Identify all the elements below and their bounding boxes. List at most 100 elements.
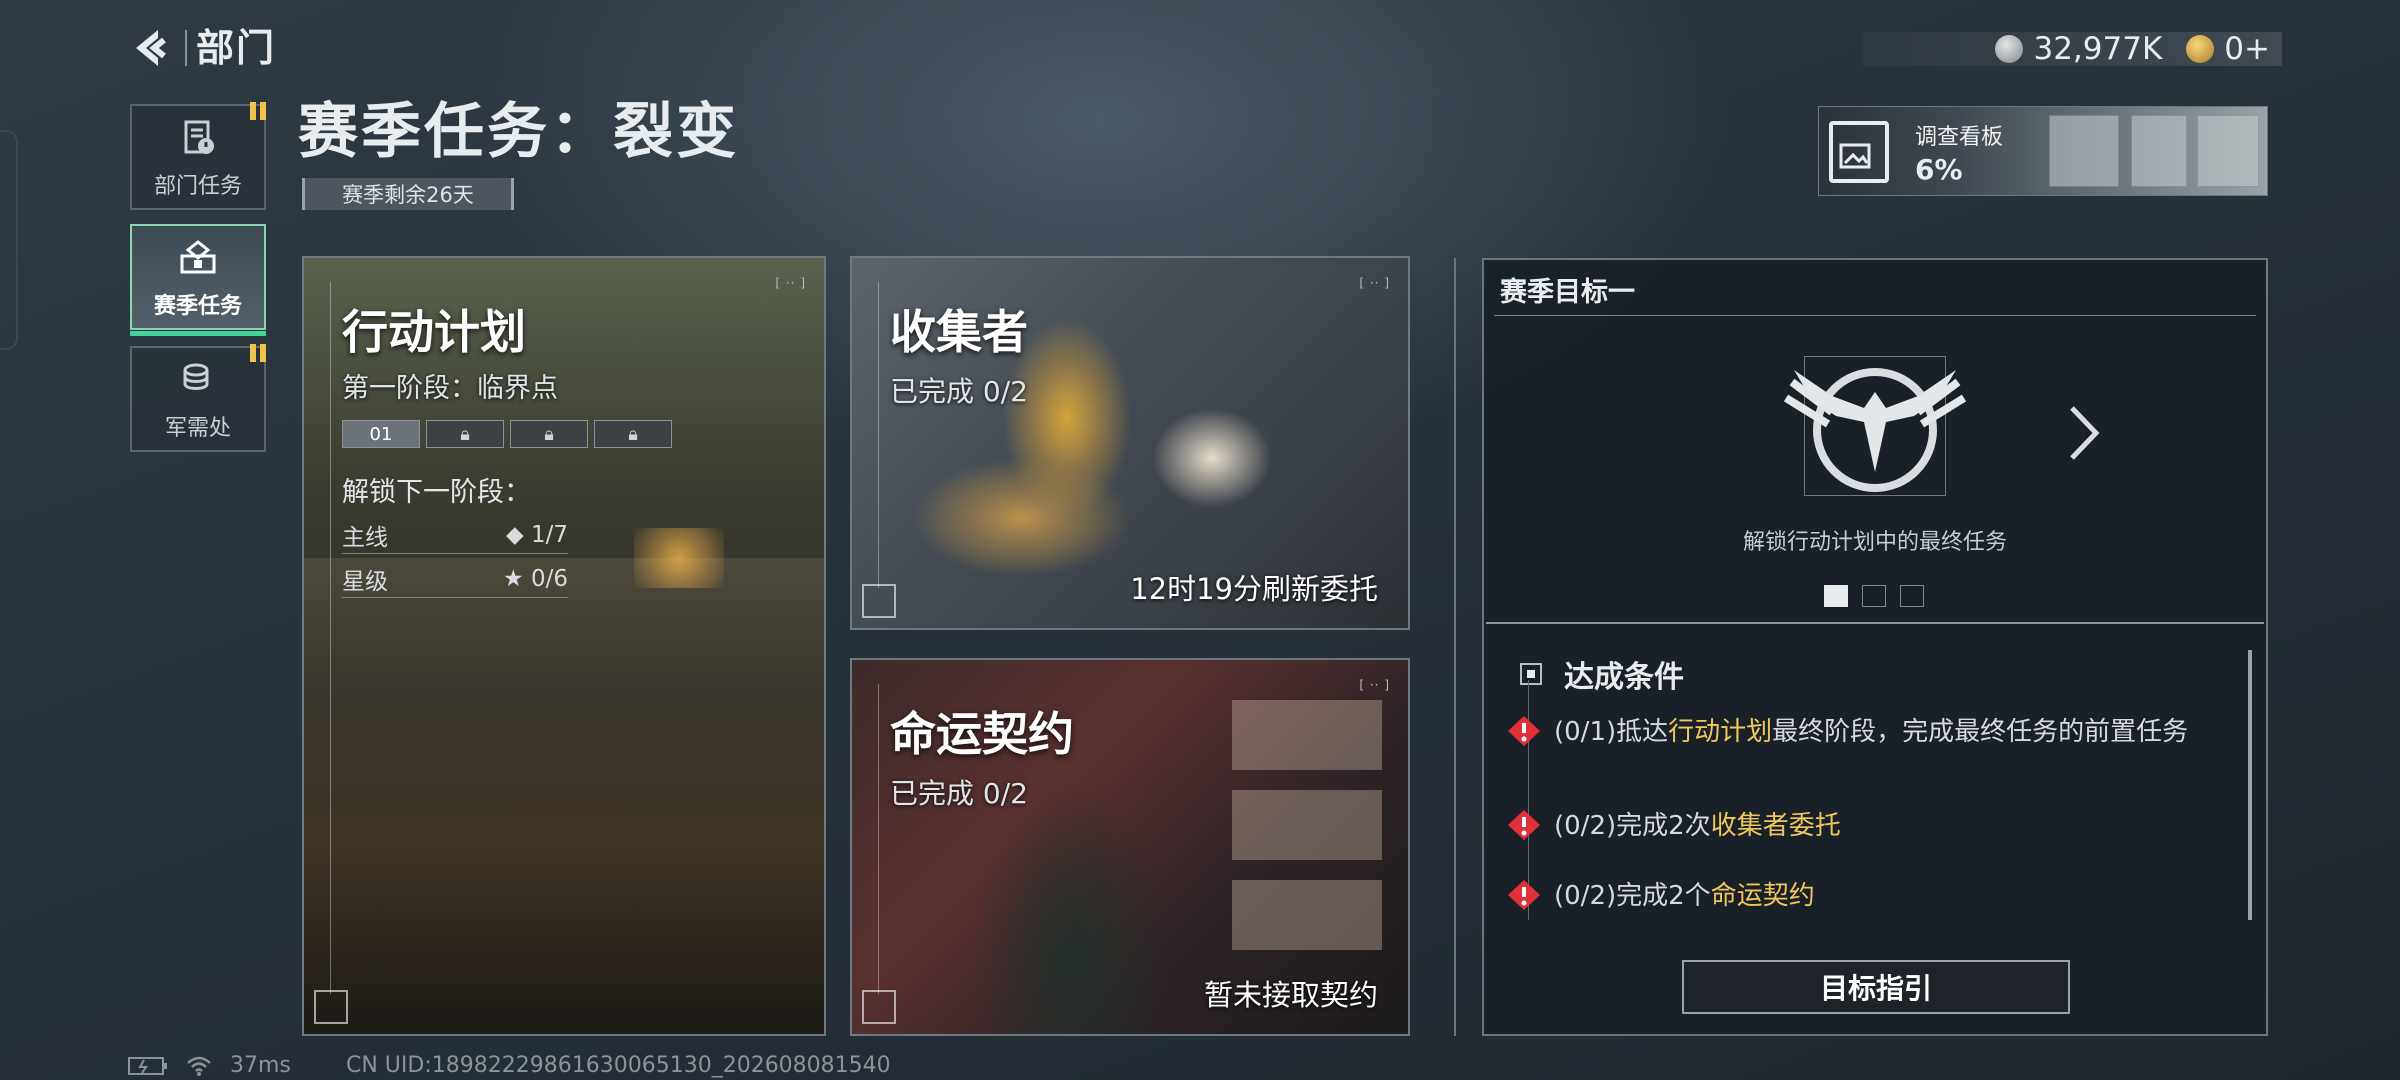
sidebar-item-season-tasks[interactable]: 赛季任务 bbox=[130, 224, 266, 336]
condition-link[interactable]: 命运契约 bbox=[1711, 881, 1815, 910]
expand-corner-icon bbox=[862, 990, 896, 1024]
condition-item: (0/1)抵达行动计划最终阶段，完成最终任务的前置任务 bbox=[1506, 712, 2206, 752]
condition-text: 最终阶段，完成最终任务的前置任务 bbox=[1772, 717, 2189, 747]
divider bbox=[1494, 315, 2256, 316]
lock-icon: 🔒︎ bbox=[510, 420, 588, 448]
bullet-square-icon bbox=[1520, 663, 1542, 685]
page-indicator bbox=[1824, 585, 1924, 607]
survey-board-button[interactable]: 调查看板 6% bbox=[1818, 106, 2268, 196]
wifi-icon bbox=[187, 1056, 211, 1076]
lock-icon: 🔒︎ bbox=[594, 420, 672, 448]
goal-caption: 解锁行动计划中的最终任务 bbox=[1742, 530, 2007, 555]
coins-icon bbox=[183, 363, 209, 390]
card-progress: 已完成 0/2 bbox=[890, 777, 1028, 810]
card-stamp: [ ·· ] bbox=[1359, 678, 1390, 692]
sidebar-item-department-tasks[interactable]: 部门任务 bbox=[130, 102, 266, 210]
star-icon: ★ bbox=[503, 565, 524, 592]
back-arrow-icon[interactable] bbox=[128, 22, 180, 74]
status-bar: 37ms bbox=[128, 1053, 291, 1078]
wanted-posters-image bbox=[1232, 700, 1382, 960]
season-goal-panel: 赛季目标一 解锁行动计划中的最终任务 达成条件 (0/1)抵达行动计划最终阶段，… bbox=[1482, 258, 2268, 1036]
card-frame-line bbox=[878, 282, 879, 588]
survey-thumbnail bbox=[2197, 115, 2259, 187]
stage-segment: 01 bbox=[342, 420, 420, 448]
photo-board-icon bbox=[1829, 121, 1889, 183]
conditions-scrollbar[interactable] bbox=[2248, 650, 2252, 920]
survey-board-percent: 6% bbox=[1915, 153, 1963, 186]
header-divider bbox=[185, 30, 187, 66]
page-dot[interactable] bbox=[1900, 585, 1924, 607]
coins-pile-image bbox=[912, 458, 1132, 578]
condition-link[interactable]: 行动计划 bbox=[1668, 717, 1772, 747]
trophy-cup-image bbox=[1152, 408, 1272, 508]
card-stamp: [ ·· ] bbox=[775, 276, 806, 290]
gold-coin-icon bbox=[2186, 35, 2215, 63]
ping-value: 37ms bbox=[230, 1053, 291, 1078]
expand-corner-icon bbox=[314, 990, 348, 1024]
season-crate-icon bbox=[180, 240, 216, 274]
condition-text: (0/2)完成2个 bbox=[1554, 881, 1711, 910]
card-progress: 已完成 0/2 bbox=[890, 375, 1028, 408]
stage-name: 第一阶段：临界点 bbox=[342, 373, 558, 404]
collector-card[interactable]: [ ·· ] 收集者 已完成 0/2 12时19分刷新委托 bbox=[850, 256, 1410, 630]
expand-corner-icon bbox=[862, 584, 896, 618]
diamond-icon: ◆ bbox=[505, 521, 524, 548]
fate-contract-card[interactable]: [ ·· ] 命运契约 已完成 0/2 暂未接取契约 bbox=[850, 658, 1410, 1036]
page-dot[interactable] bbox=[1824, 585, 1848, 607]
card-title: 行动计划 bbox=[342, 305, 526, 359]
requirement-row: 主线 ◆ 1/7 bbox=[342, 516, 568, 554]
condition-link[interactable]: 收集者委托 bbox=[1711, 811, 1841, 841]
card-stamp: [ ·· ] bbox=[1359, 276, 1390, 290]
card-title: 命运契约 bbox=[890, 707, 1074, 761]
figure-image bbox=[972, 780, 1172, 1034]
user-uid: CN UID:18982229861630065130_202608081540 bbox=[346, 1053, 891, 1078]
page-title: 部门 bbox=[196, 26, 277, 70]
alert-badge bbox=[250, 102, 270, 120]
warning-icon bbox=[1508, 880, 1540, 910]
card-title: 收集者 bbox=[890, 305, 1028, 359]
season-title: 赛季任务：裂变 bbox=[298, 97, 739, 167]
sidebar-item-label: 军需处 bbox=[164, 416, 231, 441]
condition-text: (0/1)抵达 bbox=[1554, 717, 1669, 747]
edge-drawer-handle[interactable] bbox=[0, 130, 18, 350]
silver-amount: 32,977K bbox=[2033, 31, 2163, 67]
card-frame-line bbox=[330, 282, 331, 994]
requirement-value: 1/7 bbox=[530, 521, 568, 548]
currency-bar: 32,977K 0+ bbox=[1862, 31, 2282, 67]
survey-thumbnail bbox=[2131, 115, 2187, 187]
goal-guide-button[interactable]: 目标指引 bbox=[1682, 960, 2070, 1014]
silver-coin-icon bbox=[1995, 35, 2024, 63]
refresh-timer: 12时19分刷新委托 bbox=[1130, 572, 1378, 606]
alert-badge bbox=[250, 344, 270, 362]
requirement-value: 0/6 bbox=[530, 565, 568, 592]
conditions-title: 达成条件 bbox=[1564, 660, 1684, 695]
sidebar-item-label: 部门任务 bbox=[153, 174, 242, 199]
section-divider bbox=[1454, 258, 1456, 1036]
goal-title: 赛季目标一 bbox=[1500, 277, 1635, 308]
lock-icon: 🔒︎ bbox=[426, 420, 504, 448]
action-plan-card[interactable]: [ ·· ] 行动计划 第一阶段：临界点 01 🔒︎ 🔒︎ 🔒︎ 解锁下一阶段：… bbox=[302, 256, 826, 1036]
fire-glow bbox=[634, 528, 724, 588]
warning-icon bbox=[1508, 716, 1540, 746]
page-dot[interactable] bbox=[1862, 585, 1886, 607]
season-remaining-badge: 赛季剩余26天 bbox=[302, 178, 514, 210]
eagle-emblem-icon[interactable] bbox=[1772, 352, 1978, 500]
sidebar-item-label: 赛季任务 bbox=[153, 294, 242, 319]
divider bbox=[1486, 622, 2264, 624]
battery-icon bbox=[128, 1056, 167, 1075]
conditions-header: 达成条件 bbox=[1520, 652, 1684, 696]
condition-item: (0/2)完成2个命运契约 bbox=[1506, 876, 2206, 910]
unlock-next-label: 解锁下一阶段： bbox=[342, 477, 531, 508]
sidebar-item-quartermaster[interactable]: 军需处 bbox=[130, 344, 266, 452]
requirement-label: 主线 bbox=[342, 524, 388, 551]
card-frame-line bbox=[878, 684, 879, 994]
condition-item: (0/2)完成2次收集者委托 bbox=[1506, 806, 2206, 846]
requirement-row: 星级 ★ 0/6 bbox=[342, 560, 568, 598]
gold-amount[interactable]: 0+ bbox=[2224, 31, 2270, 67]
requirement-label: 星级 bbox=[342, 568, 388, 595]
chevron-right-icon[interactable] bbox=[2066, 404, 2100, 462]
stage-progress: 01 🔒︎ 🔒︎ 🔒︎ bbox=[342, 420, 672, 450]
warning-icon bbox=[1508, 810, 1540, 840]
survey-thumbnail bbox=[2049, 115, 2119, 187]
document-icon bbox=[184, 120, 214, 154]
